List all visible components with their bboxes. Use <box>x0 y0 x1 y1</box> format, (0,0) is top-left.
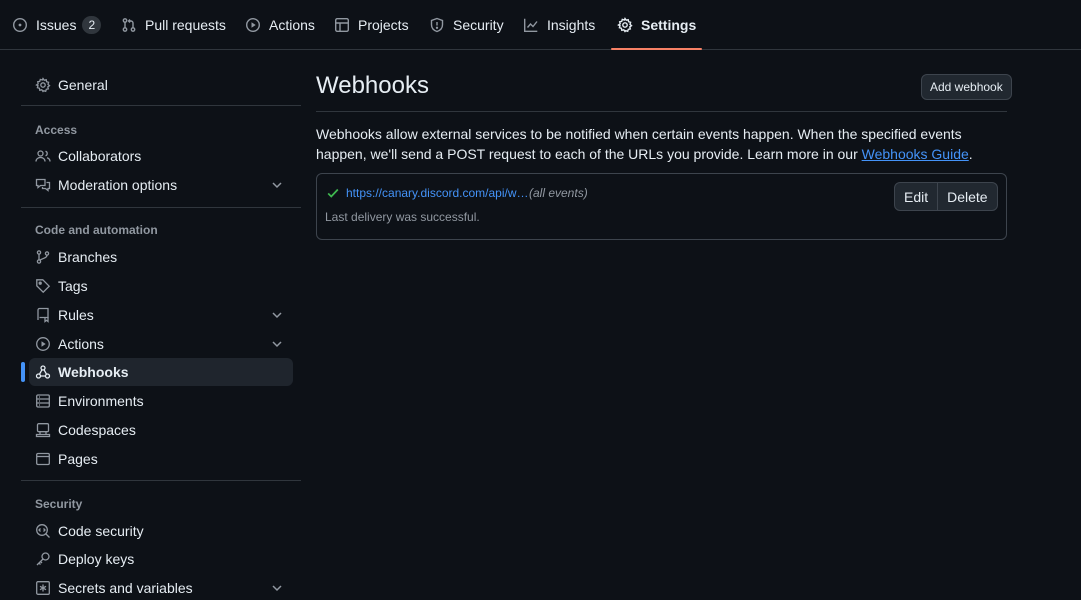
webhook-delivery-status: Last delivery was successful. <box>325 210 480 224</box>
sidebar-item-label: Secrets and variables <box>58 580 193 596</box>
description-end: . <box>968 146 973 162</box>
sidebar-item-collaborators[interactable]: Collaborators <box>29 142 293 170</box>
sidebar-item-label: Collaborators <box>58 148 142 164</box>
tab-projects[interactable]: Projects <box>334 0 409 50</box>
tab-label: Security <box>453 17 504 33</box>
sidebar-item-webhooks[interactable]: Webhooks <box>21 358 293 386</box>
issues-counter: 2 <box>82 16 102 34</box>
edit-button[interactable]: Edit <box>895 183 937 210</box>
gear-icon <box>617 17 633 33</box>
sidebar-item-deploy-keys[interactable]: Deploy keys <box>29 545 293 573</box>
sidebar-heading-access: Access <box>35 123 78 137</box>
codescan-icon <box>35 523 51 539</box>
tab-issues[interactable]: Issues 2 <box>12 0 102 50</box>
graph-icon <box>523 17 539 33</box>
selected-tab-underline <box>611 48 703 50</box>
sidebar-item-general[interactable]: General <box>29 71 293 99</box>
tab-insights[interactable]: Insights <box>523 0 595 50</box>
webhook-events: (all events) <box>529 186 588 200</box>
server-icon <box>35 393 51 409</box>
git-pull-request-icon <box>121 17 137 33</box>
sidebar-item-tags[interactable]: Tags <box>29 272 293 300</box>
sidebar-item-branches[interactable]: Branches <box>29 243 293 271</box>
page-title: Webhooks <box>316 72 429 99</box>
issue-opened-icon <box>12 17 28 33</box>
tab-pull-requests[interactable]: Pull requests <box>121 0 226 50</box>
webhook-url-link[interactable]: https://canary.discord.com/api/w… <box>346 186 529 200</box>
sidebar-item-code-security[interactable]: Code security <box>29 517 293 545</box>
sidebar-item-environments[interactable]: Environments <box>29 387 293 415</box>
sidebar-divider <box>21 207 301 208</box>
tab-actions[interactable]: Actions <box>245 0 315 50</box>
chevron-down-icon <box>269 307 285 323</box>
repo-navigation: Issues 2 Pull requests Actions Projects … <box>0 0 1081 50</box>
sidebar-item-pages[interactable]: Pages <box>29 445 293 473</box>
key-asterisk-icon <box>35 580 51 596</box>
sidebar-item-label: Rules <box>58 307 94 323</box>
active-indicator <box>21 362 25 382</box>
play-icon <box>245 17 261 33</box>
sidebar-item-label: General <box>58 77 108 93</box>
sidebar-item-moderation-options[interactable]: Moderation options <box>29 171 293 199</box>
gear-icon <box>35 77 51 93</box>
table-icon <box>334 17 350 33</box>
sidebar-item-label: Moderation options <box>58 177 178 193</box>
codespaces-icon <box>35 422 51 438</box>
title-divider <box>316 111 1007 112</box>
check-icon <box>326 186 340 200</box>
tab-label: Issues <box>36 17 77 33</box>
sidebar-item-label: Branches <box>58 249 118 265</box>
tab-label: Projects <box>358 17 409 33</box>
tab-label: Pull requests <box>145 17 226 33</box>
chevron-down-icon <box>269 336 285 352</box>
webhook-actions: Edit Delete <box>894 182 998 211</box>
shield-icon <box>429 17 445 33</box>
add-webhook-button[interactable]: Add webhook <box>921 74 1012 100</box>
tab-security[interactable]: Security <box>429 0 504 50</box>
sidebar-item-rules[interactable]: Rules <box>29 301 293 329</box>
people-icon <box>35 148 51 164</box>
webhooks-description: Webhooks allow external services to be n… <box>316 124 1007 164</box>
key-icon <box>35 551 51 567</box>
repo-push-icon <box>35 307 51 323</box>
sidebar-item-label: Deploy keys <box>58 551 135 567</box>
play-icon <box>35 336 51 352</box>
sidebar-item-codespaces[interactable]: Codespaces <box>29 416 293 444</box>
sidebar-item-actions[interactable]: Actions <box>29 330 293 358</box>
sidebar-item-secrets-and-variables[interactable]: Secrets and variables <box>29 574 293 600</box>
browser-icon <box>35 451 51 467</box>
tab-label: Settings <box>641 17 697 33</box>
tab-settings[interactable]: Settings <box>611 0 703 50</box>
webhook-icon <box>35 364 51 380</box>
comment-discussion-icon <box>35 177 51 193</box>
webhooks-guide-link[interactable]: Webhooks Guide <box>862 146 969 162</box>
sidebar-item-label: Pages <box>58 451 98 467</box>
tab-label: Actions <box>269 17 315 33</box>
tag-icon <box>35 278 51 294</box>
git-branch-icon <box>35 249 51 265</box>
sidebar-item-label: Actions <box>58 336 104 352</box>
sidebar-divider <box>21 480 301 481</box>
delete-button[interactable]: Delete <box>937 183 996 210</box>
sidebar-divider <box>21 105 301 106</box>
sidebar-item-label: Codespaces <box>58 422 136 438</box>
chevron-down-icon <box>269 177 285 193</box>
sidebar-item-label: Tags <box>58 278 88 294</box>
chevron-down-icon <box>269 580 285 596</box>
sidebar-item-label: Environments <box>58 393 144 409</box>
sidebar-heading-code-automation: Code and automation <box>35 223 158 237</box>
sidebar-item-label: Code security <box>58 523 144 539</box>
webhook-item: https://canary.discord.com/api/w… (all e… <box>316 173 1007 240</box>
tab-label: Insights <box>547 17 596 33</box>
sidebar-heading-security: Security <box>35 497 83 511</box>
sidebar-item-label: Webhooks <box>58 364 129 380</box>
settings-sidebar: General Access Collaborators Moderation … <box>21 50 301 600</box>
